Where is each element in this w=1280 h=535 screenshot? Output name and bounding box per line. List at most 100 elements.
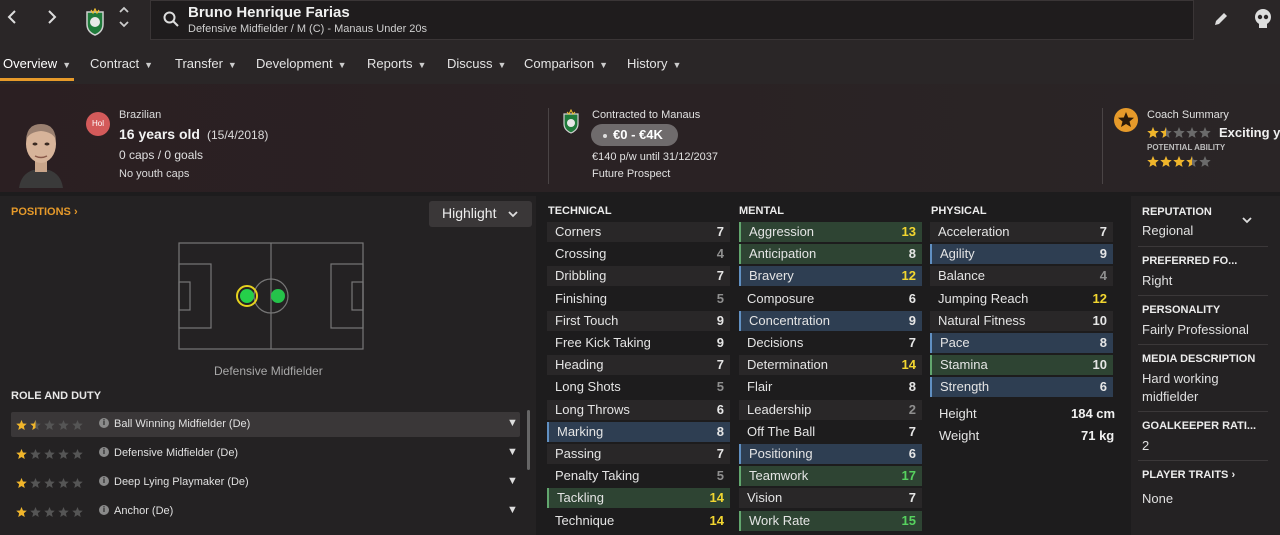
preferred-foot-title: PREFERRED FO... [1142,255,1238,267]
info-icon[interactable]: i [99,505,109,515]
attribute-row[interactable]: Determination 14 [739,355,922,376]
transfer-value-pill[interactable]: €0 - €4K [591,124,678,146]
attribute-row[interactable]: Technique 14 [547,511,730,531]
chevron-down-icon[interactable]: ▼ [507,417,518,429]
attribute-row[interactable]: Aggression 13 [739,222,922,242]
attribute-row[interactable]: Tackling 14 [547,488,730,509]
attribute-row[interactable]: Pace 8 [930,333,1113,353]
info-icon[interactable]: i [99,447,109,457]
transfer-value: €0 - €4K [613,127,663,142]
attribute-row[interactable]: Strength 6 [930,377,1113,398]
date-of-birth: (15/4/2018) [207,128,269,142]
attribute-row[interactable]: Decisions 7 [739,333,922,353]
coach-verdict: Exciting yo [1219,125,1280,140]
attribute-row[interactable]: Composure 6 [739,289,922,309]
attribute-row[interactable]: Off The Ball 7 [739,422,922,442]
tab-label: Reports [367,56,413,71]
coach-summary-label: Coach Summary [1147,109,1229,121]
attribute-row[interactable]: Penalty Taking 5 [547,466,730,486]
attribute-value: 7 [716,268,724,284]
back-button[interactable] [0,8,24,32]
highlight-label: Highlight [442,205,497,221]
attribute-row[interactable]: Crossing 4 [547,244,730,264]
star-badge-icon [1114,108,1138,132]
tab-history[interactable]: History ▼ [627,56,681,71]
top-bar: Bruno Henrique Farias Defensive Midfield… [0,0,1280,43]
tab-contract[interactable]: Contract ▼ [90,56,153,71]
height-value: 184 cm [1071,406,1116,421]
tab-label: Contract [90,56,140,71]
attribute-row[interactable]: Free Kick Taking 9 [547,333,730,353]
club-badge-icon [563,108,579,134]
tab-overview[interactable]: Overview ▼ [3,56,71,71]
role-row[interactable]: i Anchor (De) ▼ [11,499,520,524]
tab-discuss[interactable]: Discuss ▼ [447,56,506,71]
attribute-row[interactable]: Jumping Reach 12 [930,289,1113,309]
attribute-row[interactable]: Natural Fitness 10 [930,310,1113,331]
club-badge-icon[interactable] [84,8,106,36]
attribute-row[interactable]: Heading 7 [547,355,730,376]
tab-reports[interactable]: Reports ▼ [367,56,426,71]
role-row[interactable]: i Defensive Midfielder (De) ▼ [11,441,520,466]
tab-comparison[interactable]: Comparison ▼ [524,56,608,71]
positions-title: POSITIONS [11,206,71,218]
player-search-box[interactable]: Bruno Henrique Farias Defensive Midfield… [150,0,1194,40]
attribute-row[interactable]: Acceleration 7 [930,222,1113,242]
attribute-row[interactable]: Agility 9 [930,244,1113,265]
attribute-row[interactable]: Teamwork 17 [739,466,922,487]
attribute-row[interactable]: First Touch 9 [547,310,730,331]
goalkeeper-rating-title: GOALKEEPER RATI... [1142,420,1257,432]
attribute-name: Long Shots [555,379,621,395]
nationality: Brazilian [119,109,162,121]
attribute-row[interactable]: Bravery 12 [739,266,922,287]
skull-icon[interactable] [1253,8,1273,30]
attribute-value: 9 [716,312,724,328]
rating-stars-icon [16,420,83,430]
role-name: Anchor (De) [114,505,174,517]
chevron-down-icon[interactable]: ▼ [507,504,518,516]
attribute-value: 6 [1099,379,1107,395]
chevron-down-icon[interactable] [1241,216,1253,224]
technical-title: TECHNICAL [548,205,612,217]
attribute-row[interactable]: Long Throws 6 [547,399,730,420]
chevron-down-icon: ▼ [337,60,347,70]
attribute-value: 5 [716,290,724,306]
tab-development[interactable]: Development ▼ [256,56,347,71]
forward-button[interactable] [40,8,64,32]
attribute-row[interactable]: Anticipation 8 [739,244,922,265]
attribute-row[interactable]: Positioning 6 [739,444,922,464]
attribute-row[interactable]: Passing 7 [547,444,730,464]
tab-transfer[interactable]: Transfer ▼ [175,56,237,71]
tab-label: Comparison [524,56,595,71]
attribute-value: 9 [1099,246,1107,262]
attribute-value: 7 [908,335,916,350]
attribute-row[interactable]: Stamina 10 [930,355,1113,376]
attribute-row[interactable]: Vision 7 [739,488,922,509]
attribute-row[interactable]: Concentration 9 [739,310,922,331]
attribute-row[interactable]: Work Rate 15 [739,510,922,531]
player-traits-link[interactable]: PLAYER TRAITS › [1142,469,1235,481]
attribute-row[interactable]: Finishing 5 [547,289,730,309]
roles-scrollbar[interactable] [527,410,530,470]
chevron-down-icon[interactable]: ▼ [507,475,518,487]
edit-icon[interactable] [1213,11,1229,27]
role-row[interactable]: i Deep Lying Playmaker (De) ▼ [11,470,520,495]
role-row[interactable]: i Ball Winning Midfielder (De) ▼ [11,412,520,437]
attribute-row[interactable]: Dribbling 7 [547,266,730,287]
attribute-row[interactable]: Leadership 2 [739,399,922,420]
info-icon[interactable]: i [99,476,109,486]
chevron-down-icon[interactable]: ▼ [507,446,518,458]
highlight-dropdown[interactable]: Highlight [429,201,532,227]
attribute-row[interactable]: Balance 4 [930,266,1113,287]
search-icon [163,11,179,27]
positions-link[interactable]: POSITIONS › [11,206,78,218]
attribute-value: 9 [716,335,724,350]
attribute-row[interactable]: Flair 8 [739,377,922,397]
info-icon[interactable]: i [99,418,109,428]
hol-badge[interactable]: Hol [86,112,110,136]
attribute-row[interactable]: Long Shots 5 [547,377,730,397]
attribute-row[interactable]: Marking 8 [547,421,730,442]
attribute-row[interactable]: Corners 7 [547,222,730,242]
club-switcher[interactable] [117,5,131,33]
chevron-down-icon: ▼ [599,60,609,70]
